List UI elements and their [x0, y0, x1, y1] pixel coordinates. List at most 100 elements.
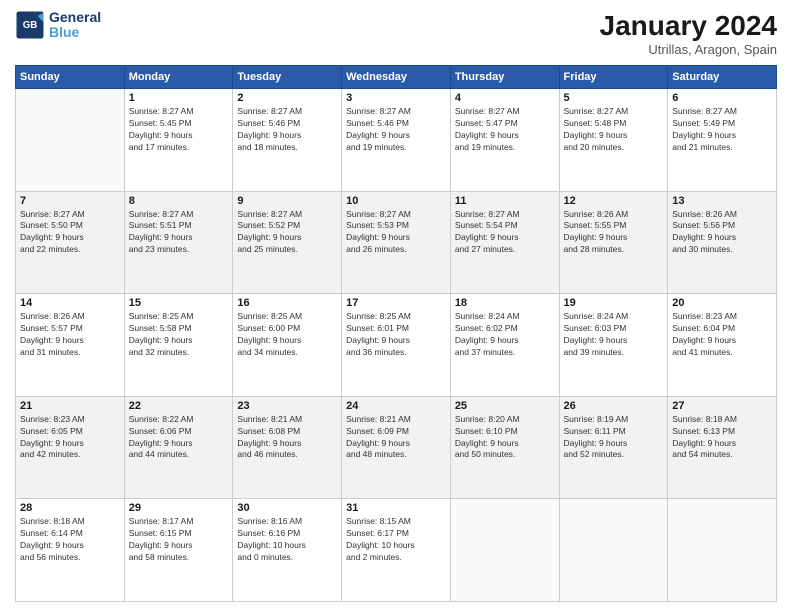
table-row: 9 Sunrise: 8:27 AMSunset: 5:52 PMDaylight…: [233, 191, 342, 294]
day-info: Sunrise: 8:26 AMSunset: 5:56 PMDaylight:…: [672, 209, 772, 257]
day-number: 14: [20, 297, 120, 309]
table-row: [559, 499, 668, 602]
col-friday: Friday: [559, 66, 668, 89]
table-row: 23Sunrise: 8:21 AMSunset: 6:08 PMDayligh…: [233, 396, 342, 499]
day-info: Sunrise: 8:24 AMSunset: 6:02 PMDaylight:…: [455, 311, 555, 359]
calendar-week-row: 14 Sunrise: 8:26 AMSunset: 5:57 PMDayligh…: [16, 294, 777, 397]
table-row: 30 Sunrise: 8:16 AMSunset: 6:16 PMDayligh…: [233, 499, 342, 602]
calendar-week-row: 28Sunrise: 8:18 AMSunset: 6:14 PMDayligh…: [16, 499, 777, 602]
day-info: Sunrise: 8:19 AMSunset: 6:11 PMDaylight:…: [564, 414, 664, 462]
day-info: Sunrise: 8:27 AMSunset: 5:52 PMDaylight:…: [237, 209, 337, 257]
day-number: 11: [455, 195, 555, 207]
day-info: Sunrise: 8:20 AMSunset: 6:10 PMDaylight:…: [455, 414, 555, 462]
table-row: 31 Sunrise: 8:15 AMSunset: 6:17 PMDayligh…: [342, 499, 451, 602]
day-info: Sunrise: 8:27 AMSunset: 5:53 PMDaylight:…: [346, 209, 446, 257]
table-row: 20Sunrise: 8:23 AMSunset: 6:04 PMDayligh…: [668, 294, 777, 397]
day-number: 24: [346, 400, 446, 412]
table-row: [668, 499, 777, 602]
day-number: 7: [20, 195, 120, 207]
day-info: Sunrise: 8:27 AMSunset: 5:49 PMDaylight:…: [672, 106, 772, 154]
day-info: Sunrise: 8:23 AMSunset: 6:05 PMDaylight:…: [20, 414, 120, 462]
day-info: Sunrise: 8:26 AMSunset: 5:57 PMDaylight:…: [20, 311, 120, 359]
table-row: 14 Sunrise: 8:26 AMSunset: 5:57 PMDayligh…: [16, 294, 125, 397]
table-row: 17Sunrise: 8:25 AMSunset: 6:01 PMDayligh…: [342, 294, 451, 397]
table-row: 4 Sunrise: 8:27 AMSunset: 5:47 PMDaylight…: [450, 89, 559, 192]
calendar-header-row: Sunday Monday Tuesday Wednesday Thursday…: [16, 66, 777, 89]
table-row: 22 Sunrise: 8:22 AMSunset: 6:06 PMDayligh…: [124, 396, 233, 499]
table-row: 13 Sunrise: 8:26 AMSunset: 5:56 PMDayligh…: [668, 191, 777, 294]
table-row: 24 Sunrise: 8:21 AMSunset: 6:09 PMDayligh…: [342, 396, 451, 499]
col-wednesday: Wednesday: [342, 66, 451, 89]
day-info: Sunrise: 8:21 AMSunset: 6:09 PMDaylight:…: [346, 414, 446, 462]
table-row: 26Sunrise: 8:19 AMSunset: 6:11 PMDayligh…: [559, 396, 668, 499]
calendar-week-row: 21 Sunrise: 8:23 AMSunset: 6:05 PMDayligh…: [16, 396, 777, 499]
table-row: 1 Sunrise: 8:27 AMSunset: 5:45 PMDaylight…: [124, 89, 233, 192]
day-number: 21: [20, 400, 120, 412]
day-info: Sunrise: 8:24 AMSunset: 6:03 PMDaylight:…: [564, 311, 664, 359]
day-number: 30: [237, 502, 337, 514]
svg-text:GB: GB: [23, 20, 38, 31]
table-row: 3 Sunrise: 8:27 AMSunset: 5:46 PMDaylight…: [342, 89, 451, 192]
month-title: January 2024: [600, 10, 777, 42]
col-tuesday: Tuesday: [233, 66, 342, 89]
day-number: 16: [237, 297, 337, 309]
day-number: 29: [129, 502, 229, 514]
day-number: 19: [564, 297, 664, 309]
day-info: Sunrise: 8:18 AMSunset: 6:14 PMDaylight:…: [20, 516, 120, 564]
table-row: 6 Sunrise: 8:27 AMSunset: 5:49 PMDaylight…: [668, 89, 777, 192]
logo-line2: Blue: [49, 25, 101, 40]
day-info: Sunrise: 8:18 AMSunset: 6:13 PMDaylight:…: [672, 414, 772, 462]
day-number: 17: [346, 297, 446, 309]
day-info: Sunrise: 8:27 AMSunset: 5:46 PMDaylight:…: [346, 106, 446, 154]
day-number: 5: [564, 92, 664, 104]
day-info: Sunrise: 8:16 AMSunset: 6:16 PMDaylight:…: [237, 516, 337, 564]
day-info: Sunrise: 8:27 AMSunset: 5:46 PMDaylight:…: [237, 106, 337, 154]
calendar-body: 1 Sunrise: 8:27 AMSunset: 5:45 PMDaylight…: [16, 89, 777, 602]
location: Utrillas, Aragon, Spain: [600, 42, 777, 57]
day-number: 20: [672, 297, 772, 309]
table-row: 7Sunrise: 8:27 AMSunset: 5:50 PMDaylight…: [16, 191, 125, 294]
day-number: 15: [129, 297, 229, 309]
day-info: Sunrise: 8:22 AMSunset: 6:06 PMDaylight:…: [129, 414, 229, 462]
col-saturday: Saturday: [668, 66, 777, 89]
day-info: Sunrise: 8:27 AMSunset: 5:48 PMDaylight:…: [564, 106, 664, 154]
day-number: 1: [129, 92, 229, 104]
day-number: 9: [237, 195, 337, 207]
day-number: 3: [346, 92, 446, 104]
table-row: 19 Sunrise: 8:24 AMSunset: 6:03 PMDayligh…: [559, 294, 668, 397]
day-info: Sunrise: 8:15 AMSunset: 6:17 PMDaylight:…: [346, 516, 446, 564]
header: GB General Blue January 2024 Utrillas, A…: [15, 10, 777, 57]
table-row: 25 Sunrise: 8:20 AMSunset: 6:10 PMDayligh…: [450, 396, 559, 499]
day-info: Sunrise: 8:27 AMSunset: 5:54 PMDaylight:…: [455, 209, 555, 257]
title-area: January 2024 Utrillas, Aragon, Spain: [600, 10, 777, 57]
day-number: 27: [672, 400, 772, 412]
table-row: 28Sunrise: 8:18 AMSunset: 6:14 PMDayligh…: [16, 499, 125, 602]
table-row: 8Sunrise: 8:27 AMSunset: 5:51 PMDaylight…: [124, 191, 233, 294]
day-number: 25: [455, 400, 555, 412]
col-monday: Monday: [124, 66, 233, 89]
table-row: 16 Sunrise: 8:25 AMSunset: 6:00 PMDayligh…: [233, 294, 342, 397]
logo-icon: GB: [15, 10, 45, 40]
day-info: Sunrise: 8:27 AMSunset: 5:45 PMDaylight:…: [129, 106, 229, 154]
day-number: 23: [237, 400, 337, 412]
day-info: Sunrise: 8:26 AMSunset: 5:55 PMDaylight:…: [564, 209, 664, 257]
day-number: 6: [672, 92, 772, 104]
table-row: [16, 89, 125, 192]
table-row: 29Sunrise: 8:17 AMSunset: 6:15 PMDayligh…: [124, 499, 233, 602]
day-info: Sunrise: 8:25 AMSunset: 6:00 PMDaylight:…: [237, 311, 337, 359]
table-row: 27 Sunrise: 8:18 AMSunset: 6:13 PMDayligh…: [668, 396, 777, 499]
table-row: 5 Sunrise: 8:27 AMSunset: 5:48 PMDaylight…: [559, 89, 668, 192]
day-number: 8: [129, 195, 229, 207]
calendar-week-row: 7Sunrise: 8:27 AMSunset: 5:50 PMDaylight…: [16, 191, 777, 294]
day-info: Sunrise: 8:27 AMSunset: 5:47 PMDaylight:…: [455, 106, 555, 154]
calendar-table: Sunday Monday Tuesday Wednesday Thursday…: [15, 65, 777, 602]
day-number: 31: [346, 502, 446, 514]
day-number: 13: [672, 195, 772, 207]
col-thursday: Thursday: [450, 66, 559, 89]
logo-text: General Blue: [49, 10, 101, 41]
day-number: 22: [129, 400, 229, 412]
day-number: 4: [455, 92, 555, 104]
day-number: 12: [564, 195, 664, 207]
page: GB General Blue January 2024 Utrillas, A…: [0, 0, 792, 612]
table-row: [450, 499, 559, 602]
